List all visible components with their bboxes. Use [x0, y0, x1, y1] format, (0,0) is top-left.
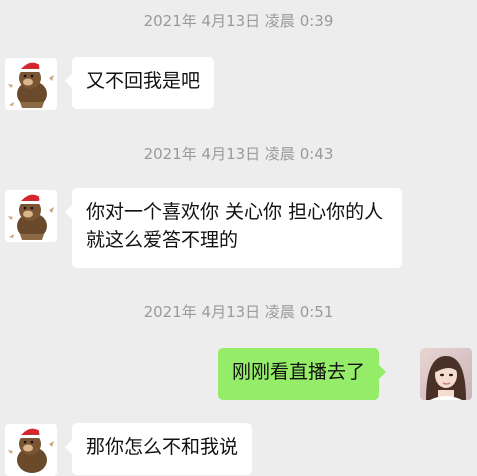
message-bubble-incoming[interactable]: 那你怎么不和我说	[64, 423, 253, 475]
message-bubble-incoming[interactable]: 又不回我是吧	[64, 57, 215, 109]
girl-portrait-icon	[420, 348, 472, 400]
message-timestamp: 2021年 4月13日 凌晨 0:39	[143, 12, 334, 30]
my-avatar[interactable]	[420, 348, 472, 400]
message-text: 那你怎么不和我说	[86, 436, 239, 458]
message-text: 你对一个喜欢你 关心你 担心你的人就这么爱答不理的	[86, 201, 384, 251]
message-bubble-incoming[interactable]: 你对一个喜欢你 关心你 担心你的人就这么爱答不理的	[65, 188, 402, 268]
brown-bear-santa-hat-icon	[5, 58, 57, 110]
brown-bear-santa-hat-icon	[5, 424, 57, 476]
brown-bear-santa-hat-icon	[5, 190, 57, 242]
contact-avatar[interactable]	[5, 190, 57, 242]
message-timestamp: 2021年 4月13日 凌晨 0:51	[143, 303, 334, 321]
contact-avatar[interactable]	[5, 58, 57, 110]
chat-message-list[interactable]: 2021年 4月13日 凌晨 0:39 又不回我是吧 2021年 4月13日 凌…	[0, 0, 477, 476]
message-bubble-outgoing[interactable]: 刚刚看直播去了	[218, 348, 387, 400]
contact-avatar[interactable]	[5, 424, 57, 476]
message-timestamp: 2021年 4月13日 凌晨 0:43	[143, 145, 334, 163]
message-text: 又不回我是吧	[86, 70, 201, 92]
message-text: 刚刚看直播去了	[232, 361, 366, 383]
